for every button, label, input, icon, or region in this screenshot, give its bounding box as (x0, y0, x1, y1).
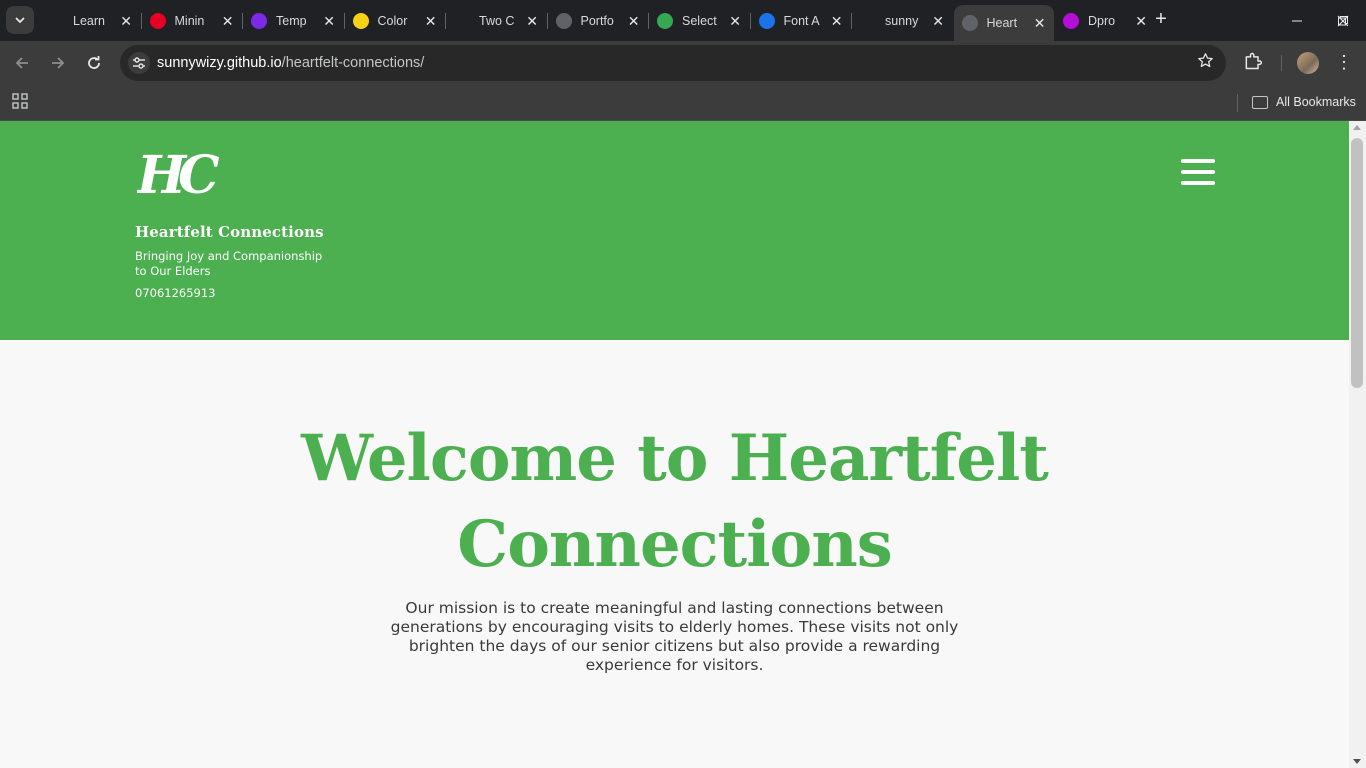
browser-toolbar: sunnywizy.github.io/heartfelt-connection… (0, 41, 1366, 86)
tab-close-icon[interactable]: ✕ (1034, 16, 1046, 30)
browser-tab[interactable]: Heart ✕ (953, 5, 1054, 41)
svg-text:HC: HC (137, 145, 219, 199)
url-text[interactable]: sunnywizy.github.io/heartfelt-connection… (157, 55, 424, 71)
font-awesome-icon (758, 12, 775, 29)
tab-label: Temp (276, 13, 307, 28)
tab-close-icon[interactable]: ✕ (323, 14, 335, 28)
chevron-down-icon (15, 17, 25, 24)
tab-label: Portfo (580, 13, 614, 28)
colors-icon (352, 12, 369, 29)
tab-label: Learn (73, 13, 105, 28)
phone-number: 07061265913 (135, 286, 216, 300)
browser-tab[interactable]: Dpro ✕ (1055, 5, 1155, 36)
tab-close-icon[interactable]: ✕ (425, 14, 437, 28)
globe-icon (961, 15, 978, 31)
close-window-button[interactable] (1320, 0, 1366, 41)
minimize-button[interactable] (1274, 0, 1320, 41)
browser-menu-icon[interactable]: ⋮ (1334, 52, 1354, 74)
tab-divider (851, 13, 852, 29)
bookmarks-bar: All Bookmarks (0, 86, 1366, 121)
tab-divider (546, 13, 548, 29)
profile-avatar[interactable] (1297, 52, 1319, 74)
tab-divider (648, 13, 649, 29)
tab-close-icon[interactable]: ✕ (932, 14, 944, 28)
scroll-thumb[interactable] (1351, 138, 1363, 388)
bookmarks-divider (1237, 94, 1238, 112)
browser-tab[interactable]: Temp ✕ (243, 5, 343, 36)
address-bar[interactable]: sunnywizy.github.io/heartfelt-connection… (120, 45, 1226, 81)
toolbar-divider (1281, 55, 1282, 71)
site-settings-icon[interactable] (128, 52, 150, 74)
tab-divider (140, 13, 142, 29)
all-bookmarks-label: All Bookmarks (1276, 95, 1356, 109)
dpro-icon (1063, 12, 1079, 29)
tab-label: Heart (986, 16, 1018, 30)
site-header: HC Heartfelt Connections Bringing Joy an… (0, 121, 1349, 340)
back-button[interactable] (9, 50, 35, 76)
folder-icon (1252, 95, 1268, 109)
arrow-left-icon (15, 57, 28, 69)
openai-icon (454, 12, 470, 29)
tab-label: Color (377, 13, 408, 28)
all-bookmarks-button[interactable]: All Bookmarks (1252, 92, 1356, 112)
url-domain: sunnywizy.github.io (157, 55, 282, 71)
selection-icon (657, 12, 673, 29)
scroll-up-arrow-icon[interactable] (1353, 125, 1361, 130)
tab-label: sunny (885, 13, 919, 28)
tab-label: Dpro (1088, 13, 1116, 28)
tab-label: Minin (174, 13, 205, 28)
browser-tab[interactable]: Portfo ✕ (548, 5, 648, 36)
hero-title: Welcome to Heartfelt Connections (301, 421, 1049, 582)
pinterest-icon (149, 12, 166, 29)
tab-close-icon[interactable]: ✕ (729, 14, 741, 28)
tab-close-icon[interactable]: ✕ (526, 14, 538, 28)
extensions-puzzle-icon[interactable] (1243, 51, 1267, 75)
tagline: Bringing Joy and Companionship to Our El… (135, 249, 323, 278)
minimize-button-alt (1228, 0, 1274, 41)
close-icon (1337, 15, 1349, 26)
learn-site-icon (48, 12, 64, 29)
browser-tab[interactable]: Learn ✕ (40, 5, 140, 36)
browser-tab[interactable]: Minin ✕ (142, 5, 242, 36)
new-tab-button[interactable]: + (1150, 9, 1172, 31)
browser-tab[interactable]: Font A ✕ (751, 5, 851, 36)
tab-divider (343, 13, 345, 29)
tab-label: Select (682, 13, 717, 28)
page-scrollbar[interactable] (1349, 121, 1366, 768)
tab-search-button[interactable] (6, 6, 34, 34)
tab-close-icon[interactable]: ✕ (628, 14, 640, 28)
tab-close-icon[interactable]: ✕ (831, 14, 843, 28)
reload-button[interactable] (81, 50, 107, 76)
tab-label: Two C (479, 13, 515, 28)
reload-icon (88, 56, 100, 69)
bookmark-star-icon[interactable] (1197, 52, 1214, 74)
minimize-icon (1292, 20, 1302, 21)
tab-divider (749, 13, 751, 29)
browser-tab[interactable]: Two C ✕ (446, 5, 546, 36)
heartfelt-connections-logo[interactable]: HC (137, 143, 227, 199)
browser-tab-bar: Learn ✕ Minin ✕ Temp ✕ Color ✕ Two C ✕ Portfo ✕ Sele… (0, 0, 1366, 41)
tab-label: Font A (783, 13, 820, 28)
canva-icon (251, 12, 267, 29)
tab-divider (445, 13, 446, 29)
scroll-down-arrow-icon[interactable] (1353, 759, 1361, 764)
tab-close-icon[interactable]: ✕ (120, 14, 132, 28)
tab-close-icon[interactable]: ✕ (1135, 14, 1147, 28)
page-viewport: HC Heartfelt Connections Bringing Joy an… (0, 121, 1349, 768)
mission-statement: Our mission is to create meaningful and … (390, 599, 959, 674)
url-path: /heartfelt-connections/ (281, 55, 425, 71)
forward-button[interactable] (45, 50, 71, 76)
github-icon (860, 12, 876, 29)
browser-tab[interactable]: Color ✕ (345, 5, 445, 36)
tab-divider (242, 13, 243, 29)
browser-tab[interactable]: sunny ✕ (852, 5, 952, 36)
tab-close-icon[interactable]: ✕ (222, 14, 234, 28)
apps-grid-icon[interactable] (12, 93, 28, 109)
brand-name: Heartfelt Connections (135, 223, 324, 241)
globe-icon (555, 12, 572, 29)
arrow-right-icon (52, 57, 65, 69)
browser-tab[interactable]: Select ✕ (649, 5, 749, 36)
hamburger-menu-icon[interactable] (1181, 159, 1215, 185)
